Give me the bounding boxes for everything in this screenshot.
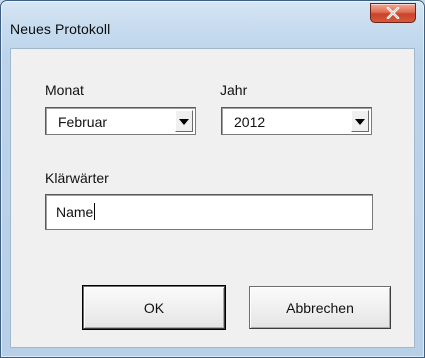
attendant-label: Klärwärter xyxy=(45,170,109,186)
window-title: Neues Protokoll xyxy=(10,21,111,37)
ok-button[interactable]: OK xyxy=(82,285,226,330)
year-dropdown-button[interactable] xyxy=(351,110,369,132)
close-button[interactable] xyxy=(370,3,416,23)
close-icon xyxy=(386,7,400,19)
chevron-down-icon xyxy=(179,112,189,130)
month-label: Monat xyxy=(45,82,84,98)
year-combobox[interactable]: 2012 xyxy=(221,107,372,135)
year-label: Jahr xyxy=(220,82,248,98)
chevron-down-icon xyxy=(355,112,365,130)
cancel-button[interactable]: Abbrechen xyxy=(249,286,391,329)
month-value: Februar xyxy=(58,114,108,130)
attendant-input-value: Name xyxy=(56,203,96,220)
month-dropdown-button[interactable] xyxy=(175,110,193,132)
text-caret xyxy=(94,203,96,220)
dialog-window: Neues Protokoll Monat Februar Jahr 2012 xyxy=(0,0,425,358)
month-combobox[interactable]: Februar xyxy=(45,107,196,135)
dialog-client-area: Monat Februar Jahr 2012 Klärwärter Name … xyxy=(10,48,415,348)
title-bar[interactable]: Neues Protokoll xyxy=(1,1,424,51)
year-value: 2012 xyxy=(234,114,266,130)
attendant-input[interactable]: Name xyxy=(45,194,373,230)
